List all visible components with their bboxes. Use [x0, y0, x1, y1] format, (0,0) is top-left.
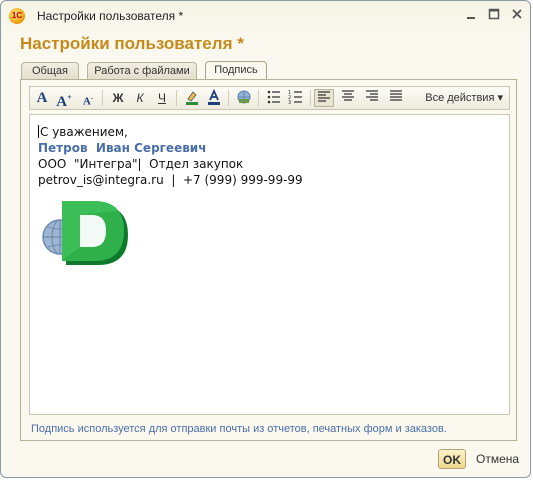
editor-line-greeting: С уважением,: [38, 125, 128, 139]
editor-line-contacts: petrov_is@integra.ru | +7 (999) 999-99-9…: [38, 173, 303, 187]
font-icon[interactable]: A: [32, 89, 52, 107]
insert-picture-icon[interactable]: [234, 89, 254, 107]
text-caret: [38, 125, 39, 138]
numbered-list-icon[interactable]: 123: [286, 89, 306, 107]
align-left-icon[interactable]: [314, 89, 334, 107]
close-icon[interactable]: [509, 8, 525, 24]
editor-line-company: ООО "Интегра"| Отдел закупок: [38, 157, 244, 171]
window-title: Настройки пользователя *: [37, 9, 184, 23]
tab-signature[interactable]: Подпись: [205, 61, 267, 80]
greeting-text: С уважением,: [40, 125, 128, 139]
maximize-icon[interactable]: [486, 8, 502, 24]
ok-button[interactable]: OK: [438, 449, 466, 469]
all-actions-menu[interactable]: Все действия ▾: [425, 91, 503, 104]
increase-font-icon[interactable]: A+: [54, 89, 74, 110]
italic-icon[interactable]: К: [130, 89, 150, 107]
page-title: Настройки пользователя *: [20, 34, 244, 53]
tab-files[interactable]: Работа с файлами: [87, 62, 197, 79]
format-toolbar: A A+ A- Ж К Ч 123 Все действия ▾: [29, 86, 510, 110]
company-logo: [40, 199, 135, 269]
text-color-icon[interactable]: [204, 88, 224, 107]
editor-line-name: Петров Иван Сергеевич: [38, 141, 207, 155]
underline-icon[interactable]: Ч: [152, 89, 172, 107]
signature-panel: A A+ A- Ж К Ч 123 Все действия ▾ С уваже…: [20, 79, 517, 441]
signature-hint: Подпись используется для отправки почты …: [31, 423, 447, 435]
bold-icon[interactable]: Ж: [108, 89, 128, 107]
toolbar-separator: [258, 90, 259, 106]
toolbar-separator: [228, 90, 229, 106]
cancel-button[interactable]: Отмена: [476, 452, 519, 466]
tab-general[interactable]: Общая: [21, 62, 79, 79]
toolbar-separator: [102, 90, 103, 106]
signature-editor[interactable]: С уважением, Петров Иван Сергеевич ООО "…: [29, 114, 510, 415]
svg-text:3: 3: [288, 100, 291, 105]
align-center-icon[interactable]: [338, 89, 358, 107]
align-right-icon[interactable]: [362, 89, 382, 107]
decrease-font-icon[interactable]: A-: [78, 89, 98, 108]
minimize-icon[interactable]: [463, 8, 479, 24]
toolbar-separator: [310, 90, 311, 106]
toolbar-separator: [176, 90, 177, 106]
align-justify-icon[interactable]: [386, 89, 406, 107]
app-1c-icon: 1С: [9, 8, 25, 24]
settings-window: 1С Настройки пользователя * Настройки по…: [0, 0, 531, 478]
titlebar: 1С Настройки пользователя *: [1, 1, 530, 31]
highlight-color-icon[interactable]: [182, 89, 202, 107]
bullet-list-icon[interactable]: [264, 89, 284, 107]
